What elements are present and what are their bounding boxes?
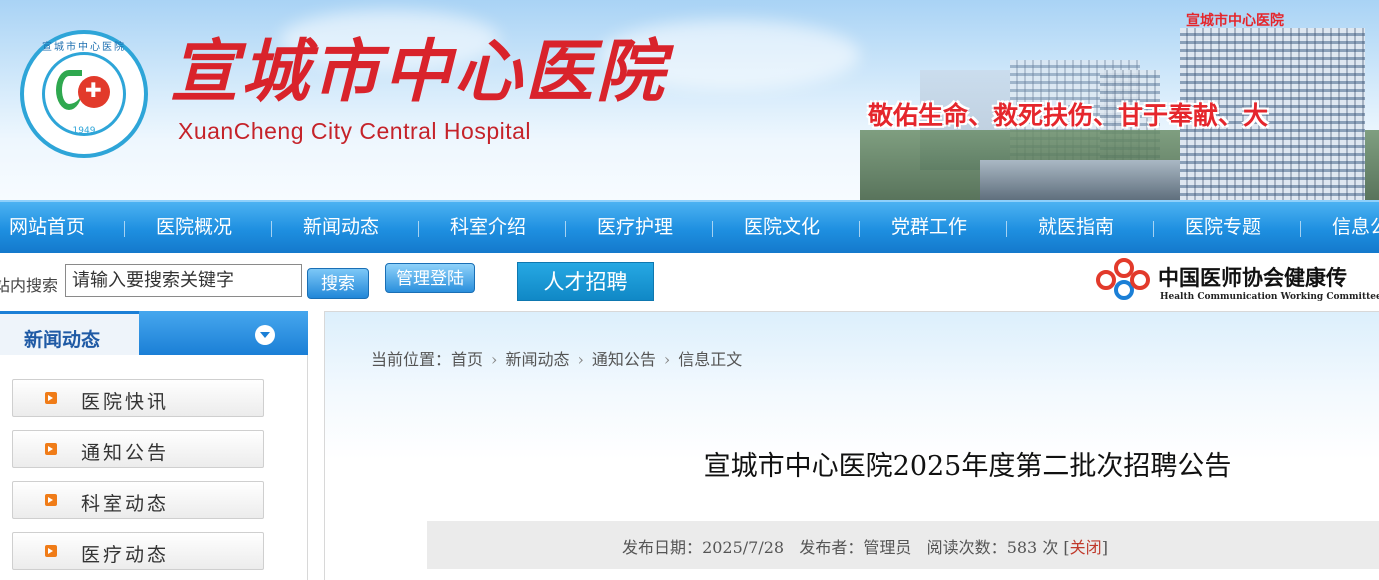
sidebar-item-label: 医院快讯 xyxy=(81,391,170,413)
association-title: 中国医师协会健康传 xyxy=(1158,266,1347,290)
breadcrumb-home[interactable]: 首页 xyxy=(451,350,483,369)
views-unit: 次 xyxy=(1042,538,1059,557)
chevron-down-icon[interactable] xyxy=(255,325,275,345)
nav-item-overview[interactable]: 医院概况 xyxy=(156,202,232,253)
nav-item-guide[interactable]: 就医指南 xyxy=(1038,202,1114,253)
breadcrumb: 当前位置：首页 › 新闻动态 › 通知公告 › 信息正文 xyxy=(371,346,742,370)
nav-item-news[interactable]: 新闻动态 xyxy=(303,202,379,253)
arrow-bullet-icon xyxy=(45,443,57,455)
nav-divider xyxy=(418,221,419,237)
chevron-right-icon: › xyxy=(663,350,671,369)
nav-item-topics[interactable]: 医院专题 xyxy=(1185,202,1261,253)
logo-year: 1949 xyxy=(72,126,96,136)
sidebar: 新闻动态 医院快讯 通知公告 科室动态 医疗动态 xyxy=(0,311,308,580)
nav-divider xyxy=(271,221,272,237)
nav-divider xyxy=(124,221,125,237)
sidebar-item-label: 通知公告 xyxy=(81,442,170,464)
nav-item-departments[interactable]: 科室介绍 xyxy=(450,202,526,253)
article-meta: 发布日期：2025/7/28 发布者：管理员 阅读次数：583 次 [关闭] xyxy=(622,538,1108,557)
association-banner[interactable]: 中国医师协会健康传 Health Communication Working C… xyxy=(1094,256,1379,308)
slogan: 敬佑生命、救死扶伤、甘于奉献、大 xyxy=(868,101,1269,130)
nav-item-party[interactable]: 党群工作 xyxy=(891,202,967,253)
author: 管理员 xyxy=(863,538,912,557)
main-nav: 网站首页 医院概况 新闻动态 科室介绍 医疗护理 医院文化 党群工作 就医指南 … xyxy=(0,200,1379,253)
chevron-right-icon: › xyxy=(577,350,584,369)
arrow-bullet-icon xyxy=(45,494,57,506)
clover-logo-icon xyxy=(1096,258,1154,304)
nav-divider xyxy=(859,221,860,237)
article-title: 宣城市中心医院2025年度第二批次招聘公告 xyxy=(703,451,1232,482)
sidebar-item-hospital-news[interactable]: 医院快讯 xyxy=(12,379,264,417)
logo-ring-text: 宣城市中心医院 xyxy=(42,42,126,53)
breadcrumb-current: 信息正文 xyxy=(678,350,743,369)
hospital-logo[interactable]: 宣城市中心医院 1949 xyxy=(20,30,148,158)
sidebar-header: 新闻动态 xyxy=(0,311,308,355)
sidebar-item-label: 科室动态 xyxy=(81,493,170,515)
search-button[interactable]: 搜索 xyxy=(307,268,369,299)
nav-item-culture[interactable]: 医院文化 xyxy=(744,202,820,253)
views-label: 阅读次数： xyxy=(926,538,1007,557)
sidebar-item-notices[interactable]: 通知公告 xyxy=(12,430,264,468)
breadcrumb-news[interactable]: 新闻动态 xyxy=(505,350,569,369)
nav-item-home[interactable]: 网站首页 xyxy=(9,202,85,253)
search-input[interactable] xyxy=(65,264,302,297)
search-label: 站内搜索 xyxy=(0,276,59,295)
hospital-name-en: XuanCheng City Central Hospital xyxy=(178,118,532,144)
breadcrumb-prefix: 当前位置： xyxy=(371,350,452,369)
sidebar-title: 新闻动态 xyxy=(24,329,101,351)
author-label: 发布者： xyxy=(799,538,864,557)
sidebar-header-tab: 新闻动态 xyxy=(0,311,139,355)
nav-item-medical[interactable]: 医疗护理 xyxy=(597,202,673,253)
article-meta-bar: 发布日期：2025/7/28 发布者：管理员 阅读次数：583 次 [关闭] xyxy=(427,521,1379,569)
search-bar: 站内搜索 搜索 管理登陆 人才招聘 中国医师协会健康传 Health Commu… xyxy=(0,253,1379,311)
date-label: 发布日期： xyxy=(622,538,703,557)
hospital-name: 宣城市中心医院 xyxy=(170,32,668,112)
arrow-bullet-icon xyxy=(45,392,57,404)
sidebar-item-label: 医疗动态 xyxy=(81,544,170,566)
logo-red-cross-icon xyxy=(78,76,110,108)
sidebar-item-dept-news[interactable]: 科室动态 xyxy=(12,481,264,519)
view-count: 583 xyxy=(1006,538,1038,557)
recruitment-button[interactable]: 人才招聘 xyxy=(517,262,654,301)
nav-divider xyxy=(565,221,566,237)
nav-divider xyxy=(1006,221,1007,237)
building-sign: 宣城市中心医院 xyxy=(1186,13,1284,29)
chevron-right-icon: › xyxy=(491,350,498,369)
low-building xyxy=(980,160,1180,200)
breadcrumb-notices[interactable]: 通知公告 xyxy=(592,350,656,369)
association-subtitle: Health Communication Working Committee M xyxy=(1160,292,1379,302)
arrow-bullet-icon xyxy=(45,545,57,557)
sidebar-item-medical-news[interactable]: 医疗动态 xyxy=(12,532,264,570)
header-banner: 宣城市中心医院 1949 宣城市中心医院 XuanCheng City Cent… xyxy=(0,0,1379,200)
nav-divider xyxy=(1300,221,1301,237)
main-content: 当前位置：首页 › 新闻动态 › 通知公告 › 信息正文 宣城市中心医院2025年度第二批次… xyxy=(324,311,1379,580)
close-link[interactable]: 关闭 xyxy=(1070,538,1102,557)
nav-divider xyxy=(1153,221,1154,237)
publish-date: 2025/7/28 xyxy=(702,538,785,557)
nav-divider xyxy=(712,221,713,237)
admin-login-button[interactable]: 管理登陆 xyxy=(385,263,475,293)
nav-item-info[interactable]: 信息公 xyxy=(1332,202,1379,253)
